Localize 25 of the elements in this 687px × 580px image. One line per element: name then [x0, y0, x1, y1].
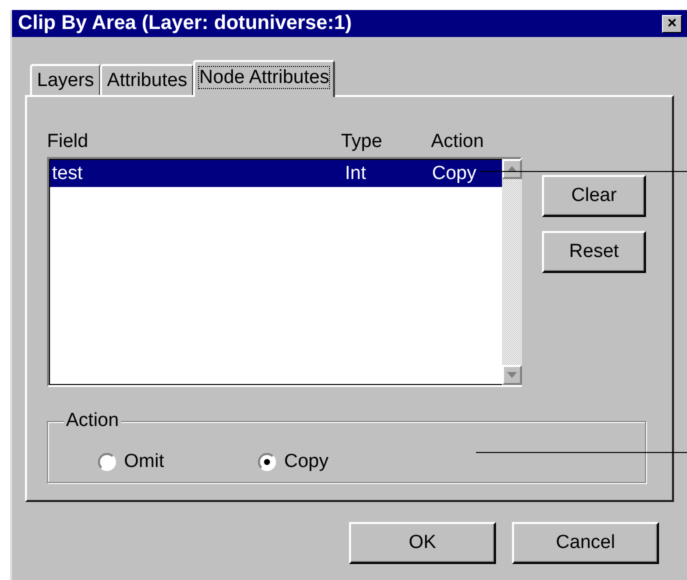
- tab[interactable]: Attributes: [100, 64, 194, 95]
- tab[interactable]: Node Attributes: [193, 60, 336, 97]
- column-header: Type: [341, 131, 384, 153]
- list-cell-text: test: [52, 162, 84, 184]
- list-row[interactable]: test Int Copy: [50, 160, 502, 187]
- radio-option[interactable]: Omit: [98, 441, 164, 482]
- dialog-button[interactable]: Cancel: [512, 522, 659, 564]
- list-cell-text: Copy: [432, 162, 478, 184]
- scroll-down-icon[interactable]: [502, 365, 522, 385]
- radio-label: Omit: [124, 450, 164, 472]
- scroll-up-icon[interactable]: [502, 159, 522, 179]
- side-button[interactable]: Clear: [542, 175, 646, 217]
- window-title: Clip By Area (Layer: dotuniverse:1): [18, 12, 352, 35]
- scrollbar[interactable]: [502, 159, 522, 385]
- radio-option[interactable]: Copy: [258, 441, 328, 482]
- dialog-button[interactable]: OK: [349, 522, 496, 564]
- side-button[interactable]: Reset: [542, 231, 646, 273]
- column-header: Field: [47, 131, 90, 153]
- list-cell-text: Int: [345, 162, 368, 184]
- radio-icon[interactable]: [98, 452, 116, 470]
- radio-label: Copy: [284, 450, 328, 472]
- close-button[interactable]: ×: [662, 14, 682, 32]
- tab[interactable]: Layers: [30, 64, 102, 95]
- column-header: Action: [431, 131, 485, 153]
- radio-icon[interactable]: [258, 452, 276, 470]
